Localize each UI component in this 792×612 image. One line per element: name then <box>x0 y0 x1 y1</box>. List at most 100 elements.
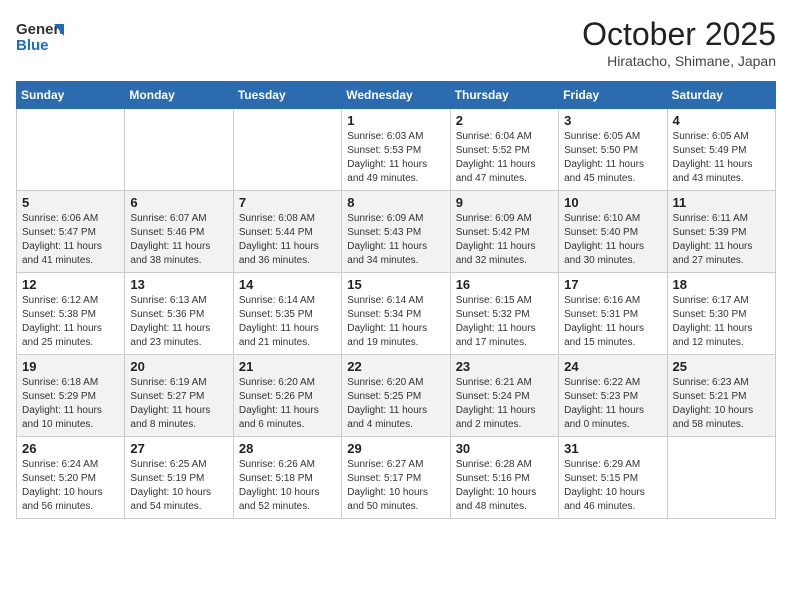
calendar-cell <box>667 437 775 519</box>
day-info: Sunrise: 6:29 AM Sunset: 5:15 PM Dayligh… <box>564 458 661 514</box>
day-info: Sunrise: 6:03 AM Sunset: 5:53 PM Dayligh… <box>347 130 444 186</box>
calendar-cell: 10 Sunrise: 6:10 AM Sunset: 5:40 PM Dayli… <box>559 191 667 273</box>
day-number: 12 <box>22 277 119 292</box>
calendar-cell: 8 Sunrise: 6:09 AM Sunset: 5:43 PM Daylig… <box>342 191 450 273</box>
logo-icon: General Blue <box>16 16 64 56</box>
day-number: 23 <box>456 359 553 374</box>
weekday-header: Monday <box>125 82 233 109</box>
calendar-cell: 6Sunrise: 6:07 AM Sunset: 5:46 PM Daylig… <box>125 191 233 273</box>
calendar-cell <box>17 109 125 191</box>
day-number: 13 <box>130 277 227 292</box>
day-number: 24 <box>564 359 661 374</box>
page-header: General Blue October 2025 Hiratacho, Shi… <box>16 16 776 69</box>
calendar-cell: 23 Sunrise: 6:21 AM Sunset: 5:24 PM Dayli… <box>450 355 558 437</box>
day-number: 20 <box>130 359 227 374</box>
calendar-cell: 1 Sunrise: 6:03 AM Sunset: 5:53 PM Daylig… <box>342 109 450 191</box>
calendar-cell: 21 Sunrise: 6:20 AM Sunset: 5:26 PM Dayli… <box>233 355 341 437</box>
weekday-header: Friday <box>559 82 667 109</box>
calendar-cell: 4 Sunrise: 6:05 AM Sunset: 5:49 PM Daylig… <box>667 109 775 191</box>
day-info: Sunrise: 6:28 AM Sunset: 5:16 PM Dayligh… <box>456 458 553 514</box>
calendar-cell: 31 Sunrise: 6:29 AM Sunset: 5:15 PM Dayli… <box>559 437 667 519</box>
weekday-header: Sunday <box>17 82 125 109</box>
day-number: 7 <box>239 195 336 210</box>
calendar-title: October 2025 <box>582 16 776 53</box>
calendar-cell: 13 Sunrise: 6:13 AM Sunset: 5:36 PM Dayli… <box>125 273 233 355</box>
day-info: Sunrise: 6:14 AM Sunset: 5:35 PM Dayligh… <box>239 294 336 350</box>
calendar-week-row: 19 Sunrise: 6:18 AM Sunset: 5:29 PM Dayli… <box>17 355 776 437</box>
day-number: 18 <box>673 277 770 292</box>
calendar-cell: 12Sunrise: 6:12 AM Sunset: 5:38 PM Dayli… <box>17 273 125 355</box>
calendar-cell: 17Sunrise: 6:16 AM Sunset: 5:31 PM Dayli… <box>559 273 667 355</box>
logo: General Blue <box>16 16 64 61</box>
calendar-cell: 20 Sunrise: 6:19 AM Sunset: 5:27 PM Dayli… <box>125 355 233 437</box>
calendar-cell: 9 Sunrise: 6:09 AM Sunset: 5:42 PM Daylig… <box>450 191 558 273</box>
day-info: Sunrise: 6:05 AM Sunset: 5:49 PM Dayligh… <box>673 130 770 186</box>
day-number: 2 <box>456 113 553 128</box>
day-number: 9 <box>456 195 553 210</box>
day-info: Sunrise: 6:13 AM Sunset: 5:36 PM Dayligh… <box>130 294 227 350</box>
calendar-cell: 25Sunrise: 6:23 AM Sunset: 5:21 PM Dayli… <box>667 355 775 437</box>
svg-text:Blue: Blue <box>16 37 49 54</box>
day-info: Sunrise: 6:09 AM Sunset: 5:43 PM Dayligh… <box>347 212 444 268</box>
calendar-cell: 19 Sunrise: 6:18 AM Sunset: 5:29 PM Dayli… <box>17 355 125 437</box>
day-number: 3 <box>564 113 661 128</box>
day-info: Sunrise: 6:10 AM Sunset: 5:40 PM Dayligh… <box>564 212 661 268</box>
day-info: Sunrise: 6:20 AM Sunset: 5:26 PM Dayligh… <box>239 376 336 432</box>
day-info: Sunrise: 6:16 AM Sunset: 5:31 PM Dayligh… <box>564 294 661 350</box>
day-number: 10 <box>564 195 661 210</box>
day-number: 5 <box>22 195 119 210</box>
day-number: 15 <box>347 277 444 292</box>
calendar-cell: 18Sunrise: 6:17 AM Sunset: 5:30 PM Dayli… <box>667 273 775 355</box>
weekday-header: Wednesday <box>342 82 450 109</box>
day-info: Sunrise: 6:21 AM Sunset: 5:24 PM Dayligh… <box>456 376 553 432</box>
day-info: Sunrise: 6:11 AM Sunset: 5:39 PM Dayligh… <box>673 212 770 268</box>
calendar-cell: 15 Sunrise: 6:14 AM Sunset: 5:34 PM Dayli… <box>342 273 450 355</box>
day-info: Sunrise: 6:26 AM Sunset: 5:18 PM Dayligh… <box>239 458 336 514</box>
weekday-header: Thursday <box>450 82 558 109</box>
calendar-cell: 30 Sunrise: 6:28 AM Sunset: 5:16 PM Dayli… <box>450 437 558 519</box>
calendar-cell: 14Sunrise: 6:14 AM Sunset: 5:35 PM Dayli… <box>233 273 341 355</box>
calendar-header-row: SundayMondayTuesdayWednesdayThursdayFrid… <box>17 82 776 109</box>
calendar-cell: 27Sunrise: 6:25 AM Sunset: 5:19 PM Dayli… <box>125 437 233 519</box>
day-number: 29 <box>347 441 444 456</box>
day-info: Sunrise: 6:04 AM Sunset: 5:52 PM Dayligh… <box>456 130 553 186</box>
day-info: Sunrise: 6:27 AM Sunset: 5:17 PM Dayligh… <box>347 458 444 514</box>
svg-text:General: General <box>16 21 64 38</box>
weekday-header: Tuesday <box>233 82 341 109</box>
day-number: 1 <box>347 113 444 128</box>
day-number: 11 <box>673 195 770 210</box>
calendar-week-row: 26 Sunrise: 6:24 AM Sunset: 5:20 PM Dayli… <box>17 437 776 519</box>
day-info: Sunrise: 6:05 AM Sunset: 5:50 PM Dayligh… <box>564 130 661 186</box>
day-info: Sunrise: 6:06 AM Sunset: 5:47 PM Dayligh… <box>22 212 119 268</box>
day-number: 26 <box>22 441 119 456</box>
calendar-cell: 29 Sunrise: 6:27 AM Sunset: 5:17 PM Dayli… <box>342 437 450 519</box>
day-number: 22 <box>347 359 444 374</box>
title-block: October 2025 Hiratacho, Shimane, Japan <box>582 16 776 69</box>
day-number: 4 <box>673 113 770 128</box>
day-info: Sunrise: 6:18 AM Sunset: 5:29 PM Dayligh… <box>22 376 119 432</box>
day-info: Sunrise: 6:24 AM Sunset: 5:20 PM Dayligh… <box>22 458 119 514</box>
day-info: Sunrise: 6:19 AM Sunset: 5:27 PM Dayligh… <box>130 376 227 432</box>
day-number: 16 <box>456 277 553 292</box>
calendar-cell: 28 Sunrise: 6:26 AM Sunset: 5:18 PM Dayli… <box>233 437 341 519</box>
calendar-cell: 24Sunrise: 6:22 AM Sunset: 5:23 PM Dayli… <box>559 355 667 437</box>
day-info: Sunrise: 6:25 AM Sunset: 5:19 PM Dayligh… <box>130 458 227 514</box>
day-info: Sunrise: 6:14 AM Sunset: 5:34 PM Dayligh… <box>347 294 444 350</box>
calendar-cell: 3 Sunrise: 6:05 AM Sunset: 5:50 PM Daylig… <box>559 109 667 191</box>
day-number: 30 <box>456 441 553 456</box>
calendar-cell: 26 Sunrise: 6:24 AM Sunset: 5:20 PM Dayli… <box>17 437 125 519</box>
calendar-subtitle: Hiratacho, Shimane, Japan <box>582 53 776 69</box>
calendar-cell <box>125 109 233 191</box>
calendar-week-row: 1 Sunrise: 6:03 AM Sunset: 5:53 PM Daylig… <box>17 109 776 191</box>
day-info: Sunrise: 6:20 AM Sunset: 5:25 PM Dayligh… <box>347 376 444 432</box>
day-info: Sunrise: 6:09 AM Sunset: 5:42 PM Dayligh… <box>456 212 553 268</box>
day-number: 28 <box>239 441 336 456</box>
day-number: 21 <box>239 359 336 374</box>
day-number: 25 <box>673 359 770 374</box>
day-number: 31 <box>564 441 661 456</box>
calendar-cell <box>233 109 341 191</box>
calendar-week-row: 12Sunrise: 6:12 AM Sunset: 5:38 PM Dayli… <box>17 273 776 355</box>
day-number: 19 <box>22 359 119 374</box>
day-number: 6 <box>130 195 227 210</box>
day-number: 8 <box>347 195 444 210</box>
